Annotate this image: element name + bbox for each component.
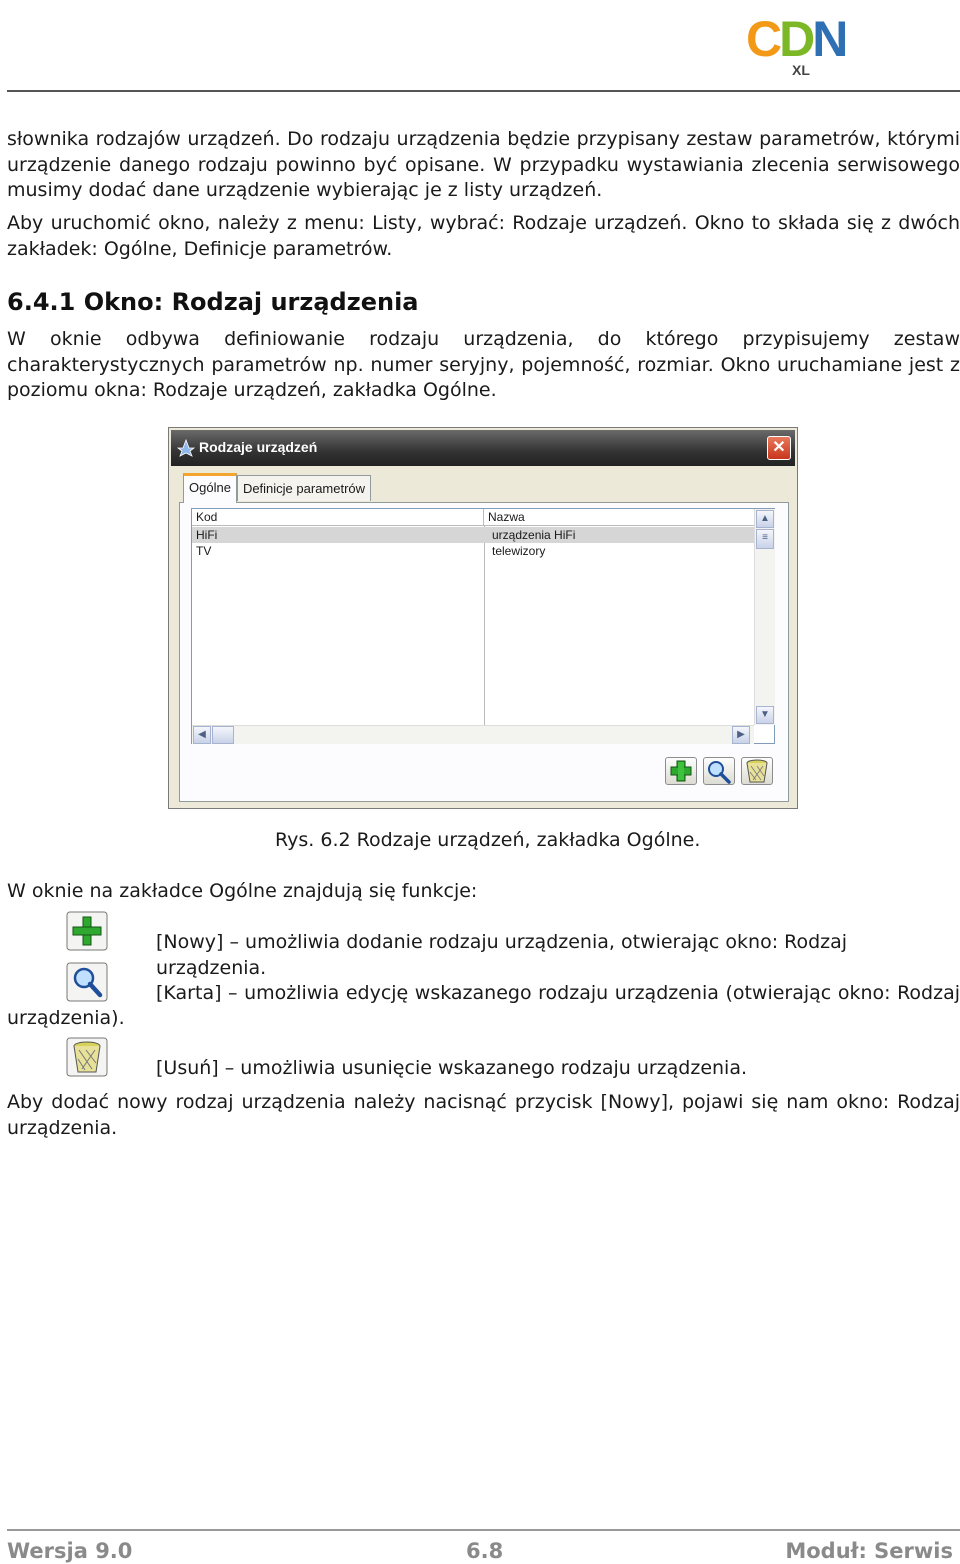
table-row[interactable]: TV telewizory <box>192 543 754 559</box>
footer-page-number: 6.8 <box>466 1539 504 1563</box>
column-header-nazwa[interactable]: Nazwa <box>484 509 754 526</box>
function-nowy-desc: [Nowy] – umożliwia dodanie rodzaju urząd… <box>156 931 848 979</box>
table-row[interactable]: HiFi urządzenia HiFi <box>192 527 754 543</box>
usun-button[interactable] <box>741 757 773 785</box>
vertical-scrollbar[interactable]: ▲ ≡ ▼ <box>754 509 775 725</box>
cell-nazwa: telewizory <box>492 544 546 558</box>
logo-subtitle: XL <box>792 62 810 78</box>
paragraph-intro: słownika rodzajów urządzeń. Do rodzaju u… <box>7 128 960 201</box>
app-icon <box>177 439 195 457</box>
scroll-left-icon[interactable]: ◀ <box>193 726 211 744</box>
footer-module: Moduł: Serwis <box>785 1539 953 1563</box>
paragraph-window-desc: W oknie odbywa definiowanie rodzaju urzą… <box>7 328 960 401</box>
functions-intro: W oknie na zakładce Ogólne znajdują się … <box>7 880 478 902</box>
scroll-down-icon[interactable]: ▼ <box>756 706 774 724</box>
nowy-button[interactable] <box>665 757 697 785</box>
trash-icon <box>746 759 768 783</box>
tab-ogolne[interactable]: Ogólne <box>183 473 237 503</box>
tab-definicje-parametrow[interactable]: Definicje parametrów <box>237 475 371 501</box>
header-divider <box>7 90 960 92</box>
scroll-right-icon[interactable]: ▶ <box>732 726 750 744</box>
magnifier-icon <box>66 962 108 1002</box>
footer-divider <box>7 1529 960 1531</box>
scroll-up-icon[interactable]: ▲ <box>756 510 774 528</box>
cell-nazwa: urządzenia HiFi <box>492 528 576 542</box>
rodzaje-urzadzen-dialog: Rodzaje urządzeń ✕ Ogólne Definicje para… <box>168 427 798 809</box>
section-heading: 6.4.1 Okno: Rodzaj urządzenia <box>7 288 419 316</box>
cell-kod: TV <box>196 544 212 558</box>
magnifier-icon <box>708 761 731 784</box>
paragraph-add-new: Aby dodać nowy rodzaj urządzenia należy … <box>7 1091 960 1139</box>
plus-icon <box>670 760 692 782</box>
device-types-list: Kod Nazwa HiFi urządzenia HiFi TV telewi… <box>191 508 775 744</box>
function-karta-desc: [Karta] – umożliwia edycję wskazanego ro… <box>156 982 960 1004</box>
scroll-thumb[interactable]: ≡ <box>756 529 774 549</box>
horizontal-scrollbar[interactable]: ◀ ▶ <box>192 725 754 744</box>
figure-caption: Rys. 6.2 Rodzaje urządzeń, zakładka Ogól… <box>275 829 701 851</box>
column-header-kod[interactable]: Kod <box>192 509 484 526</box>
plus-icon <box>66 911 108 951</box>
dialog-titlebar: Rodzaje urządzeń ✕ <box>171 430 795 466</box>
footer-version: Wersja 9.0 <box>7 1539 133 1563</box>
karta-button[interactable] <box>703 757 735 785</box>
close-button[interactable]: ✕ <box>767 436 791 460</box>
function-usun-desc: [Usuń] – umożliwia usunięcie wskazanego … <box>156 1057 748 1079</box>
cell-kod: HiFi <box>196 528 218 542</box>
trash-icon <box>66 1037 108 1077</box>
paragraph-open-window: Aby uruchomić okno, należy z menu: Listy… <box>7 212 960 260</box>
function-karta-desc-cont: urządzenia). <box>7 1007 125 1029</box>
hscroll-thumb[interactable] <box>212 726 234 744</box>
dialog-title: Rodzaje urządzeń <box>199 439 318 455</box>
